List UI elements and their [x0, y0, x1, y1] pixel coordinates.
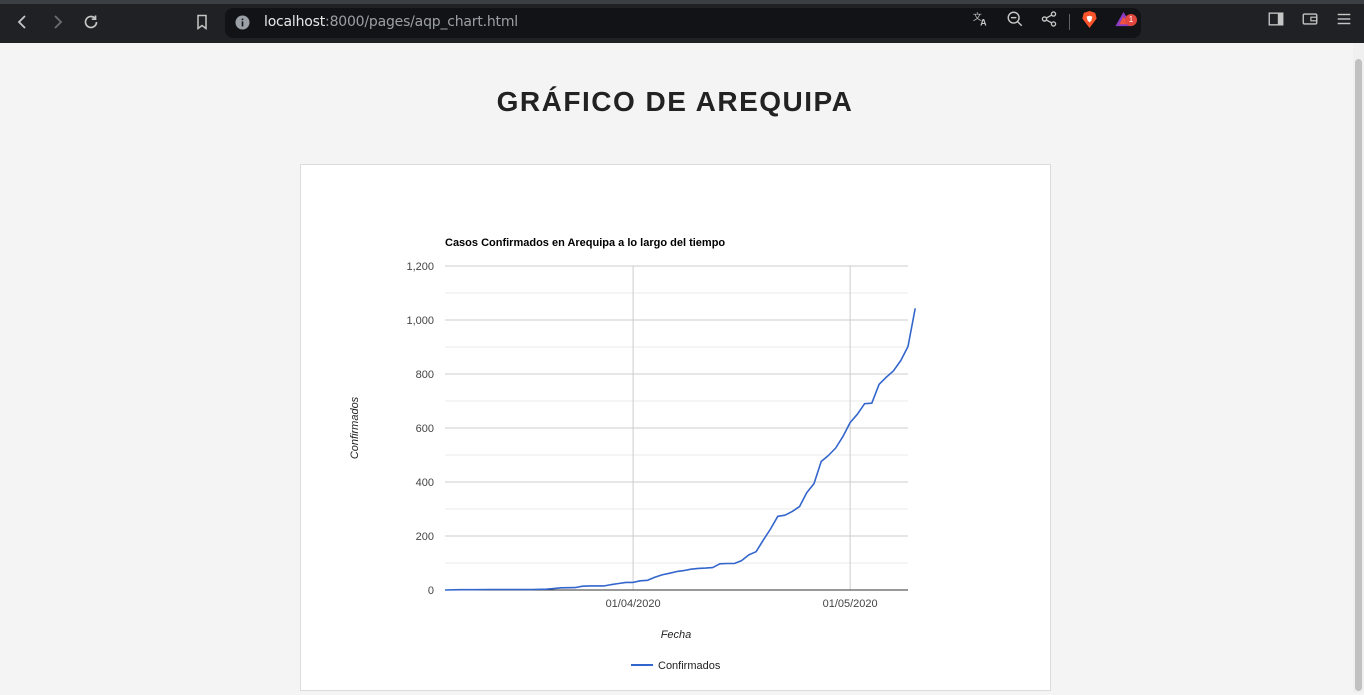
x-tick-label: 01/05/2020 [823, 598, 878, 610]
url-host: localhost [264, 14, 326, 30]
x-tick-label: 01/04/2020 [606, 598, 661, 610]
zoom-out-icon[interactable] [1005, 9, 1025, 29]
chart-gridlines [445, 265, 908, 591]
sidebar-toggle-icon[interactable] [1266, 9, 1286, 29]
menu-icon[interactable] [1334, 9, 1354, 29]
site-info-icon[interactable] [235, 15, 250, 30]
reload-icon[interactable] [78, 9, 104, 35]
url-path: :8000/pages/aqp_chart.html [325, 14, 518, 30]
browser-toolbar: localhost:8000/pages/aqp_chart.html 文A 1 [0, 0, 1364, 43]
page-title: GRÁFICO DE AREQUIPA [496, 86, 854, 117]
scrollbar-thumb[interactable] [1355, 59, 1362, 691]
address-bar[interactable]: localhost:8000/pages/aqp_chart.html [225, 8, 1141, 38]
y-axis-ticks: 0 200 400 600 800 1,000 1,200 [406, 261, 434, 597]
chart-card: Casos Confirmados en Arequipa a lo largo… [300, 164, 1051, 691]
chart-title: Casos Confirmados en Arequipa a lo largo… [445, 237, 725, 249]
y-tick-label: 1,000 [406, 315, 434, 327]
line-chart: Casos Confirmados en Arequipa a lo largo… [349, 237, 916, 672]
share-icon[interactable] [1039, 9, 1059, 29]
page-scrollbar[interactable] [1353, 43, 1364, 693]
url-text[interactable]: localhost:8000/pages/aqp_chart.html [264, 14, 518, 30]
wallet-icon[interactable] [1300, 9, 1320, 29]
y-tick-label: 800 [416, 369, 434, 381]
translate-icon[interactable]: 文A [971, 9, 991, 29]
y-tick-label: 1,200 [406, 261, 434, 273]
y-tick-label: 200 [416, 531, 434, 543]
y-axis-label: Confirmados [349, 396, 361, 459]
back-icon[interactable] [10, 9, 36, 35]
forward-icon[interactable] [44, 9, 70, 35]
bookmark-icon[interactable] [189, 9, 215, 35]
x-axis-ticks: 01/04/2020 01/05/2020 [606, 598, 878, 610]
y-tick-label: 400 [416, 477, 434, 489]
y-tick-label: 0 [428, 585, 434, 597]
x-axis-label: Fecha [661, 629, 692, 641]
y-tick-label: 600 [416, 423, 434, 435]
toolbar-divider [1069, 14, 1070, 30]
brave-shields-icon[interactable] [1079, 9, 1099, 29]
series-line-confirmados [444, 308, 916, 591]
chart-series [444, 308, 916, 591]
chart-legend[interactable]: Confirmados [631, 660, 721, 672]
svg-text:A: A [980, 17, 987, 27]
legend-label: Confirmados [658, 660, 721, 672]
notification-badge: 1 [1125, 14, 1137, 26]
